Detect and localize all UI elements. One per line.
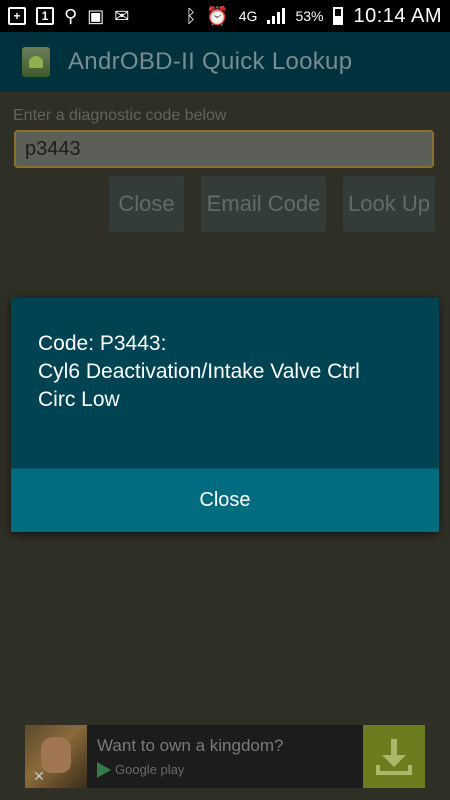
email-code-button[interactable]: Email Code	[201, 176, 326, 232]
alarm-icon: ⏰	[206, 6, 229, 26]
battery-percent: 53%	[295, 8, 324, 24]
ad-close-icon[interactable]: ✕	[31, 768, 47, 784]
dialog-message-line: Cyl6 Deactivation/Intake Valve Ctrl	[38, 360, 360, 383]
code-result-dialog: Code: P3443: Cyl6 Deactivation/Intake Va…	[11, 298, 439, 532]
look-up-button[interactable]: Look Up	[343, 176, 435, 232]
dialog-message-line: Code: P3443:	[38, 332, 167, 355]
dialog-message-line: Circ Low	[38, 388, 120, 411]
status-bar: + 1 ⚲ ▣ ✉ ᛒ ⏰ 4G 53% 10:14 AM	[0, 0, 450, 32]
dialog-message: Code: P3443: Cyl6 Deactivation/Intake Va…	[38, 330, 418, 414]
signal-icon	[267, 8, 286, 24]
bluetooth-icon: ᛒ	[185, 6, 197, 26]
code-input-hint: Enter a diagnostic code below	[13, 107, 227, 124]
battery-icon	[333, 7, 344, 25]
network-type-label: 4G	[238, 8, 258, 24]
google-play-icon	[97, 761, 111, 778]
add-notification-icon: +	[8, 7, 26, 25]
close-button[interactable]: Close	[109, 176, 184, 232]
dialog-close-button[interactable]: Close	[11, 469, 439, 532]
action-bar: AndrOBD-II Quick Lookup	[0, 32, 450, 92]
ad-download-button[interactable]	[363, 725, 425, 788]
ad-text[interactable]: Want to own a kingdom? Google play	[97, 736, 363, 778]
ad-store-badge: Google play	[97, 761, 363, 778]
system-icons: ᛒ ⏰ 4G 53% 10:14 AM	[186, 5, 442, 28]
usb-icon: ⚲	[64, 6, 78, 26]
download-icon	[374, 738, 414, 775]
app-icon	[22, 47, 50, 77]
ad-image[interactable]: ✕	[25, 725, 87, 788]
notification-icons: + 1 ⚲ ▣ ✉	[8, 7, 129, 25]
code-input[interactable]	[14, 130, 434, 168]
app-title: AndrOBD-II Quick Lookup	[68, 48, 353, 75]
calendar-notification-icon: 1	[36, 7, 54, 25]
email-notification-icon: ✉	[114, 6, 130, 26]
ad-store-label: Google play	[115, 762, 185, 777]
ad-headline: Want to own a kingdom?	[97, 735, 284, 755]
clock: 10:14 AM	[353, 4, 442, 27]
image-notification-icon: ▣	[87, 6, 105, 26]
ad-banner[interactable]: ✕ Want to own a kingdom? Google play	[25, 725, 425, 788]
